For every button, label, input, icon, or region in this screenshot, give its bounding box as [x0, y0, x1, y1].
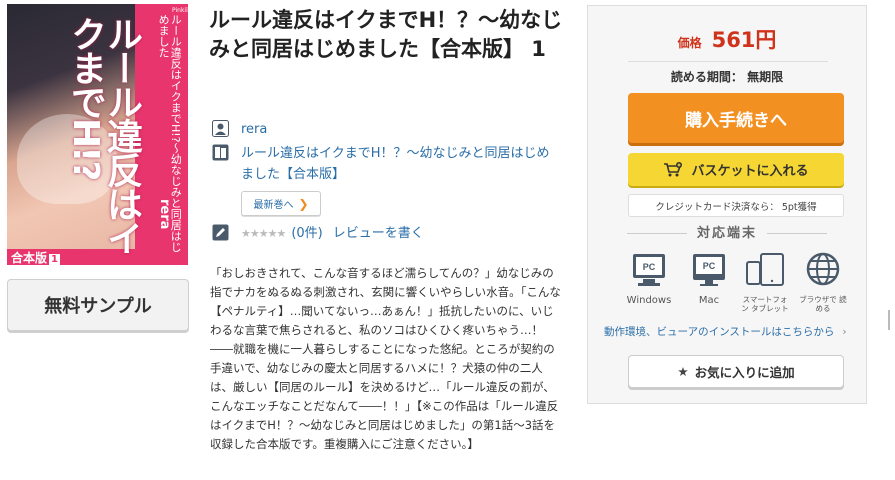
author-icon — [212, 120, 229, 137]
device-label: Mac — [698, 295, 720, 306]
author-row: rera — [212, 119, 267, 140]
mac-pc-icon: PC — [693, 254, 725, 286]
rating-stars: ★★★★★ — [241, 227, 286, 240]
divider — [628, 61, 828, 62]
author-link[interactable]: rera — [241, 119, 267, 140]
chevron-right-icon: ❯ — [298, 196, 309, 211]
book-description: 「おしおきされて、こんな音するほど濡らしてんの？」幼なじみの指でナカをぬるぬる刺… — [210, 266, 561, 451]
add-favorite-label: お気に入りに追加 — [694, 365, 795, 380]
svg-text:PC: PC — [703, 261, 716, 271]
device-label: ブラウザで 読める — [799, 295, 847, 313]
purchase-panel: 価格 561円 読める期間： 無期限 購入手続きへ バスケットに入れる クレジット… — [587, 5, 867, 404]
add-to-basket-button[interactable]: バスケットに入れる — [628, 153, 844, 186]
environment-link[interactable]: 動作環境、ビューアのインストールはこちらから › — [604, 324, 847, 339]
device-smartphone-tablet: スマートフォン タブレット — [740, 252, 790, 313]
star-icon: ★ — [677, 364, 689, 379]
device-label: スマートフォン タブレット — [741, 295, 789, 313]
review-row: ★★★★★ (0件) レビューを書く — [212, 223, 424, 244]
cover-badge: 合本版 1 — [11, 249, 60, 265]
scrollbar-thumb[interactable] — [888, 310, 890, 330]
windows-pc-icon: PC — [633, 254, 665, 286]
device-browser: ブラウザで 読める — [798, 252, 848, 313]
device-mac: PC Mac — [684, 252, 734, 306]
svg-text:PC: PC — [643, 262, 656, 272]
series-books-icon — [212, 144, 229, 161]
reading-period: 読める期間： 無期限 — [670, 70, 784, 84]
book-title: ルール違反はイクまでH！？〜幼なじみと同居はじめました【合本版】 1 — [209, 8, 563, 61]
purchase-button[interactable]: 購入手続きへ — [628, 93, 844, 143]
latest-volume-label: 最新巻へ — [253, 200, 294, 211]
book-cover[interactable]: Pinkil ルール違反はイクまでH!? ルール違反はイクまでH!?〜幼なじみと… — [7, 4, 188, 265]
price-label: 価格 — [677, 36, 702, 50]
latest-volume-button[interactable]: 最新巻へ ❯ — [241, 191, 321, 216]
cover-title: ルール違反はイクまでH!? — [65, 16, 142, 254]
free-sample-button[interactable]: 無料サンプル — [7, 279, 189, 331]
smartphone-tablet-icon — [746, 253, 784, 286]
environment-link-label: 動作環境、ビューアのインストールはこちらから — [604, 326, 835, 338]
series-row: ルール違反はイクまでH！？〜幼なじみと同居はじめました【合本版】 — [212, 143, 562, 185]
supported-devices-heading: 対応端末 — [588, 222, 866, 241]
price-row: 価格 561円 — [588, 24, 866, 54]
cover-badge-label: 合本版 — [11, 251, 48, 265]
basket-icon — [664, 161, 683, 176]
write-review-link[interactable]: レビューを書く — [333, 223, 424, 244]
chevron-right-icon: › — [842, 326, 847, 338]
browser-globe-icon — [806, 252, 840, 286]
device-label: Windows — [626, 295, 672, 306]
review-count[interactable]: (0件) — [291, 223, 322, 244]
add-favorite-button[interactable]: ★ お気に入りに追加 — [628, 355, 844, 388]
add-to-basket-label: バスケットに入れる — [691, 164, 809, 179]
series-link[interactable]: ルール違反はイクまでH！？〜幼なじみと同居はじめました【合本版】 — [241, 143, 561, 185]
device-windows: PC Windows — [624, 252, 674, 306]
cover-publisher: Pinkil — [172, 7, 188, 14]
cover-author: rera — [157, 199, 172, 230]
pencil-icon — [212, 224, 229, 241]
credit-card-points: クレジットカード決済なら： 5pt獲得 — [628, 194, 844, 217]
cover-badge-number: 1 — [49, 254, 60, 265]
scrollbar[interactable] — [881, 0, 895, 480]
price-value: 561円 — [711, 28, 777, 52]
